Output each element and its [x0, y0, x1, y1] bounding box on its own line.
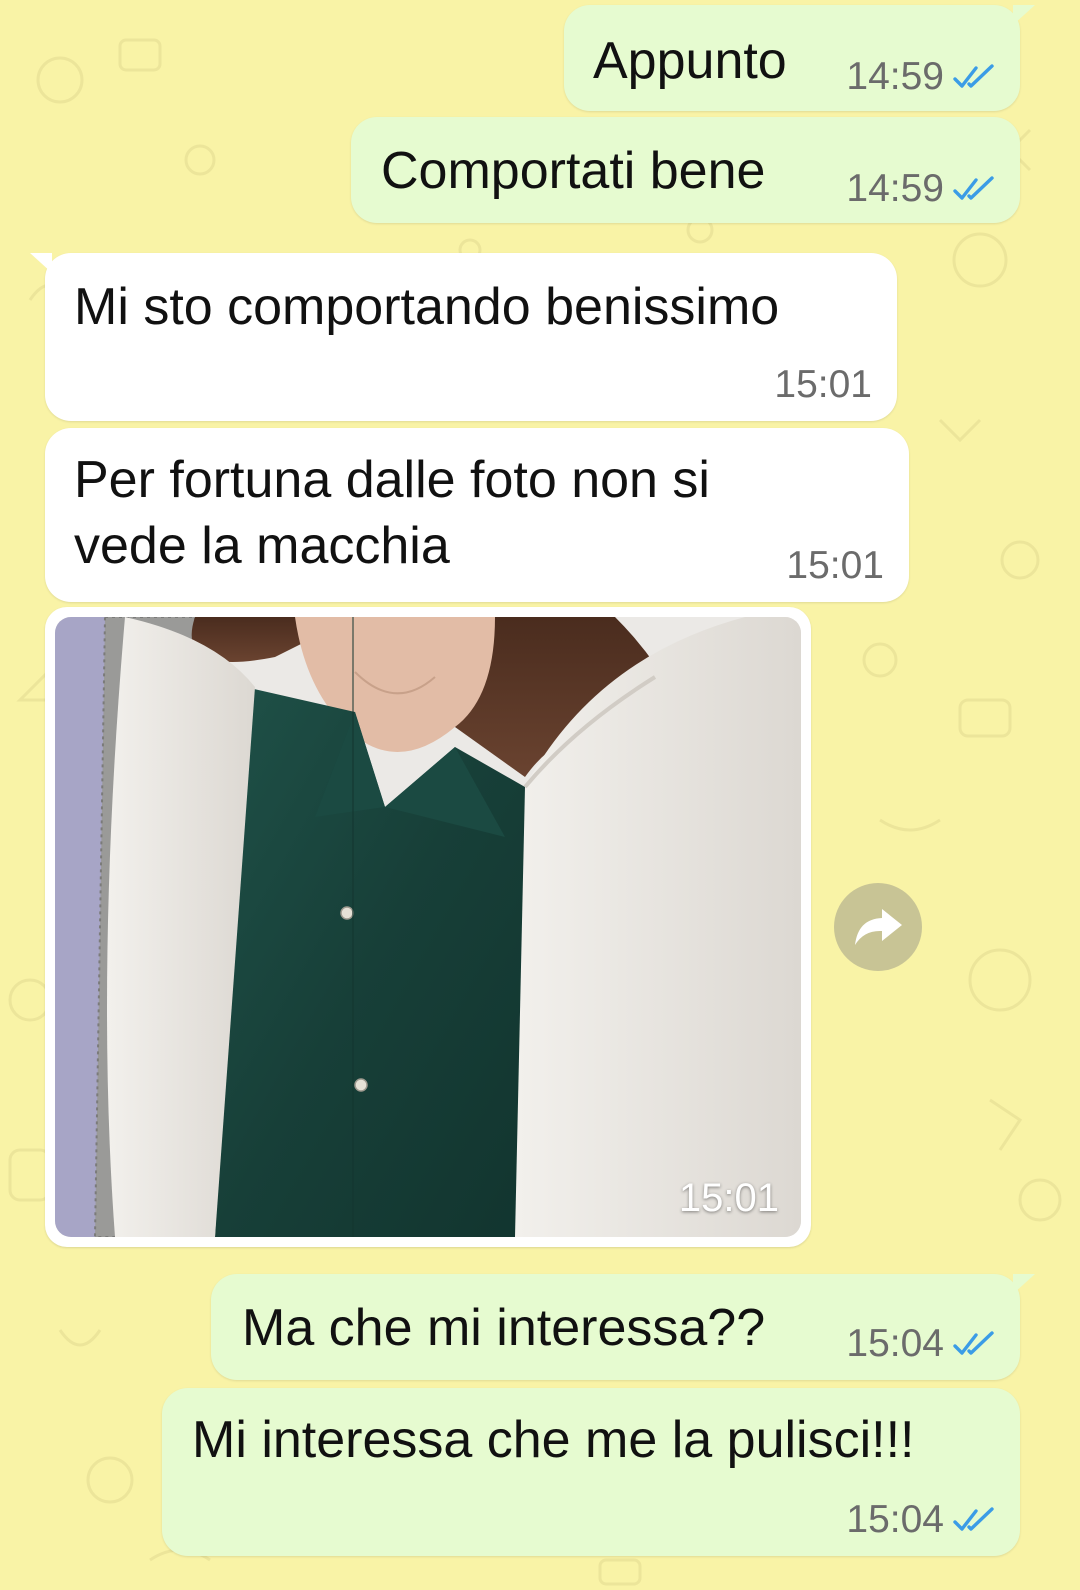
outgoing-message[interactable]: Mi interessa che me la pulisci!!! 15:04	[162, 1388, 1020, 1556]
photo-thumbnail[interactable]: 15:01	[55, 617, 801, 1237]
message-text: Ma che mi interessa??	[242, 1299, 766, 1357]
message-meta: 15:01	[786, 544, 884, 588]
forward-button[interactable]	[834, 883, 922, 971]
message-time: 14:59	[846, 55, 944, 98]
message-text-line-2: vede la macchia	[74, 517, 450, 575]
message-time: 15:04	[846, 1322, 944, 1365]
outgoing-message[interactable]: Comportati bene 14:59	[351, 117, 1020, 223]
message-meta: 14:59	[846, 167, 996, 211]
message-time: 15:01	[774, 363, 872, 406]
outgoing-message[interactable]: Ma che mi interessa?? 15:04	[211, 1274, 1035, 1380]
double-check-icon	[953, 64, 994, 88]
photo-message[interactable]: 15:01	[45, 607, 811, 1247]
message-meta: 15:04	[846, 1322, 996, 1366]
photo-time: 15:01	[678, 1176, 779, 1220]
forward-arrow-icon	[855, 909, 902, 945]
message-time: 15:04	[846, 1498, 944, 1541]
message-meta: 14:59	[846, 55, 996, 99]
outgoing-message[interactable]: Appunto 14:59	[564, 5, 1035, 111]
message-text: Mi interessa che me la pulisci!!!	[192, 1411, 915, 1469]
message-text: Mi sto comportando benissimo	[74, 278, 780, 336]
double-check-icon	[953, 176, 994, 200]
message-time: 14:59	[846, 167, 944, 210]
double-check-icon	[953, 1331, 994, 1355]
incoming-message[interactable]: Per fortuna dalle foto non si vede la ma…	[45, 428, 909, 602]
incoming-message[interactable]: Mi sto comportando benissimo 15:01	[30, 253, 897, 421]
message-text: Comportati bene	[381, 142, 766, 200]
message-text-line-1: Per fortuna dalle foto non si	[74, 451, 710, 509]
message-meta: 15:04	[846, 1498, 996, 1542]
message-text: Appunto	[593, 32, 787, 90]
message-time: 15:01	[786, 544, 884, 587]
message-meta: 15:01	[774, 363, 872, 407]
double-check-icon	[953, 1507, 994, 1531]
